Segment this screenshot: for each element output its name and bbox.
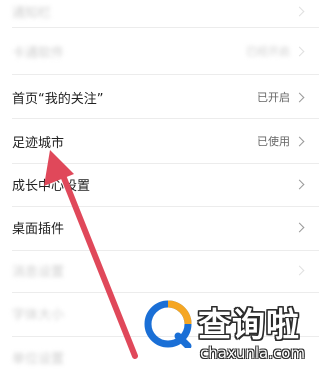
settings-row-label: 单位设置 (12, 351, 65, 367)
settings-row-status: 已使用 (257, 135, 290, 148)
settings-row-status: 已开启 (257, 91, 290, 104)
settings-row-label: 足迹城市 (12, 135, 65, 151)
settings-row-home-my-follow[interactable]: 首页“我的关注” 已开启 (0, 82, 319, 112)
settings-row-label: 字体大小 (12, 307, 65, 323)
settings-row-label: 成长中心设置 (12, 178, 91, 194)
chevron-right-icon (294, 222, 305, 232)
chevron-right-icon (294, 6, 305, 16)
divider (12, 250, 319, 251)
watermark-logo-icon (144, 300, 192, 348)
divider (12, 292, 319, 293)
watermark: 查询啦 chaxunla.com (140, 296, 316, 368)
settings-row-label: 通知栏 (12, 5, 52, 21)
chevron-right-icon (294, 46, 305, 56)
settings-row-footprint-city[interactable]: 足迹城市 已使用 (0, 126, 319, 156)
chevron-right-icon (294, 265, 305, 275)
settings-screen: 通知栏 卡通软件 已经开启 首页“我的关注” 已开启 足迹城市 已使用 成长中心… (0, 0, 319, 384)
settings-row-message[interactable]: 消息设置 (0, 255, 319, 285)
settings-row-label: 桌面插件 (12, 221, 65, 237)
settings-row-cartoon[interactable]: 卡通软件 已经开启 (0, 36, 319, 66)
settings-row-growth-center[interactable]: 成长中心设置 (0, 169, 319, 199)
chevron-right-icon (294, 179, 305, 189)
settings-row-desktop-widget[interactable]: 桌面插件 (0, 212, 319, 242)
settings-row-label: 首页“我的关注” (12, 91, 104, 107)
divider (12, 118, 319, 119)
divider (12, 27, 319, 28)
watermark-url: chaxunla.com (200, 344, 305, 362)
divider (12, 163, 319, 164)
divider (12, 74, 319, 75)
divider (12, 206, 319, 207)
chevron-right-icon (294, 136, 305, 146)
settings-row-label: 卡通软件 (12, 45, 65, 61)
chevron-right-icon (294, 92, 305, 102)
settings-row-status: 已经开启 (246, 45, 290, 58)
settings-row-label: 消息设置 (12, 264, 65, 280)
settings-row-notification-bar[interactable]: 通知栏 (0, 0, 319, 22)
watermark-title: 查询啦 (198, 305, 300, 344)
